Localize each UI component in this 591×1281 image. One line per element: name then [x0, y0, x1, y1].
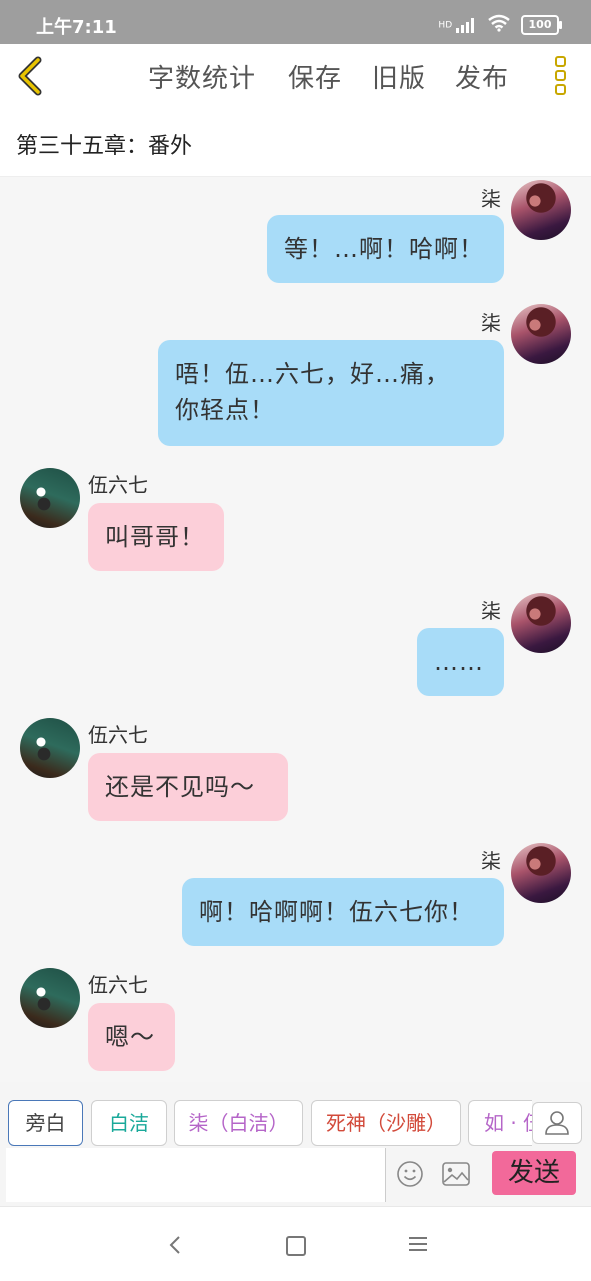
chat-area[interactable]: 柒 等！…啊！哈啊！ 柒 唔！伍…六七，好…痛， 你轻点！ 伍六七 叫哥哥！ 柒… [0, 177, 591, 1082]
sender-name: 柒 [481, 311, 501, 335]
sender-name: 柒 [481, 599, 501, 623]
status-icons: HD 100 [438, 14, 562, 36]
avatar[interactable] [20, 968, 80, 1028]
status-bar: 上午7:11 HD 100 [0, 0, 591, 44]
battery-icon: 100 [521, 15, 562, 35]
message-input[interactable] [6, 1148, 386, 1202]
role-chip-label: 旁白 [25, 1111, 66, 1135]
message-bubble[interactable]: 等！…啊！哈啊！ [267, 215, 504, 283]
message-bubble[interactable]: 唔！伍…六七，好…痛， 你轻点！ [158, 340, 504, 446]
sender-name: 伍六七 [88, 973, 148, 997]
chapter-title[interactable]: 第三十五章：番外 [16, 128, 192, 160]
message-bubble[interactable]: …… [417, 628, 504, 696]
save-button[interactable]: 保存 [288, 58, 342, 95]
person-icon[interactable] [532, 1102, 582, 1144]
avatar[interactable] [511, 593, 571, 653]
message-bubble[interactable]: 叫哥哥！ [88, 503, 224, 571]
emoji-icon[interactable] [396, 1160, 424, 1188]
nav-menu-icon[interactable] [409, 1237, 427, 1251]
role-chip-qi-baijie[interactable]: 柒（白洁） [174, 1100, 303, 1146]
wifi-icon [487, 14, 511, 36]
role-chip-label: 如 · 伍 [484, 1111, 532, 1135]
message-text: 叫哥哥！ [105, 523, 205, 551]
send-button[interactable]: 发送 [492, 1151, 576, 1195]
message-text: 啊！哈啊啊！伍六七你！ [199, 898, 474, 926]
role-selector-bar: 旁白 白洁 柒（白洁） 死神（沙雕） 如 · 伍 [0, 1082, 591, 1148]
role-chip-ru-wu[interactable]: 如 · 伍 [468, 1100, 532, 1146]
sender-name: 伍六七 [88, 723, 148, 747]
publish-button[interactable]: 发布 [455, 58, 509, 95]
message-text: 还是不见吗～ [105, 773, 255, 801]
old-version-button[interactable]: 旧版 [372, 58, 426, 95]
nav-home-icon[interactable] [286, 1236, 306, 1256]
hd-signal-icon: HD [438, 17, 477, 33]
avatar[interactable] [511, 304, 571, 364]
message-bubble[interactable]: 还是不见吗～ [88, 753, 288, 821]
message-text-line: 你轻点！ [175, 396, 275, 424]
sender-name: 柒 [481, 187, 501, 211]
message-text: 嗯～ [105, 1023, 155, 1051]
word-count-button[interactable]: 字数统计 [148, 58, 256, 95]
avatar[interactable] [20, 468, 80, 528]
role-chip-label: 白洁 [109, 1111, 149, 1135]
sender-name: 柒 [481, 849, 501, 873]
message-bubble[interactable]: 啊！哈啊啊！伍六七你！ [182, 878, 504, 946]
role-chip-label: 柒（白洁） [188, 1111, 289, 1135]
avatar[interactable] [511, 180, 571, 240]
back-arrow-icon[interactable] [12, 56, 52, 96]
system-nav-bar [0, 1206, 591, 1281]
editor-toolbar: 字数统计 保存 旧版 发布 [0, 44, 591, 109]
message-input-bar: 发送 [0, 1148, 591, 1206]
message-text-line: 唔！伍…六七，好…痛， [175, 360, 450, 388]
nav-back-icon[interactable] [166, 1235, 184, 1255]
avatar[interactable] [511, 843, 571, 903]
role-chip-sishen[interactable]: 死神（沙雕） [311, 1100, 461, 1146]
image-icon[interactable] [441, 1160, 471, 1188]
message-text: 等！…啊！哈啊！ [284, 235, 484, 263]
status-time: 上午7:11 [36, 17, 117, 38]
role-chip-label: 死神（沙雕） [326, 1111, 446, 1135]
message-text: …… [434, 648, 484, 676]
role-chip-baijie[interactable]: 白洁 [91, 1100, 167, 1146]
sender-name: 伍六七 [88, 473, 148, 497]
role-chip-narrator[interactable]: 旁白 [8, 1100, 83, 1146]
avatar[interactable] [20, 718, 80, 778]
more-menu-icon[interactable] [548, 56, 572, 98]
message-bubble[interactable]: 嗯～ [88, 1003, 175, 1071]
hd-label: HD [438, 20, 453, 31]
chapter-header: 第三十五章：番外 [0, 108, 591, 177]
